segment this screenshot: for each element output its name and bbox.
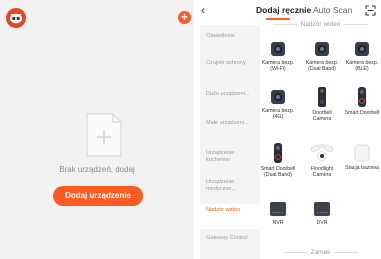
sidebar-item-gateway-control[interactable]: Gateway Control <box>200 235 260 242</box>
empty-state-text: Brak urządzeń, dodaj <box>59 165 135 174</box>
device-floodlight-camera[interactable]: Floodlight Camera <box>304 142 340 178</box>
section-title-text: Nadzór wideo <box>300 21 341 28</box>
tab-auto-scan[interactable]: Auto Scan <box>313 5 352 15</box>
home-avatar-icon[interactable] <box>6 8 26 28</box>
camera-wifi-icon <box>271 42 285 56</box>
section-lock-text: Zamek <box>310 249 331 256</box>
sidebar-item-kitchen[interactable]: Urządzenie kuchenne <box>200 150 260 164</box>
nvr-icon <box>270 202 286 216</box>
sidebar-item-large-appliances[interactable]: Duże urządzeni... <box>200 91 260 98</box>
camera-dual-band-icon <box>315 42 329 56</box>
sidebar-item-medical[interactable]: Urządzenie medyczne... <box>200 179 260 193</box>
device-camera-ble[interactable]: Kamera bezp. (BLE) <box>344 40 380 72</box>
device-smart-doorbell[interactable]: Smart Doorbell <box>344 86 380 116</box>
empty-document-icon <box>86 113 122 157</box>
add-device-header: ‹ Dodaj ręcznie Auto Scan <box>194 0 381 22</box>
category-sidebar: Oświetlenie Czujnik ochrony Duże urządze… <box>200 25 260 259</box>
sidebar-item-lighting[interactable]: Oświetlenie <box>200 33 260 40</box>
scan-icon[interactable] <box>365 5 376 16</box>
smart-doorbell-icon <box>358 87 366 107</box>
section-lock: Zamek <box>260 249 381 256</box>
add-plus-button[interactable]: + <box>178 11 191 24</box>
sidebar-item-small-appliances[interactable]: Małe urządzeni... <box>200 120 260 127</box>
doorbell-camera-icon <box>318 87 326 107</box>
section-video-surveillance: Nadzór wideo <box>260 21 381 28</box>
back-icon[interactable]: ‹ <box>201 4 205 16</box>
device-camera-wifi[interactable]: Kamera bezp. (Wi-Fi) <box>260 40 296 72</box>
device-base-station[interactable]: Stacja bazowa <box>344 143 380 171</box>
smart-doorbell-dual-icon <box>274 143 282 163</box>
camera-ble-icon <box>355 42 369 56</box>
home-panel: + Brak urządzeń, dodaj Dodaj urządzenie <box>0 0 194 259</box>
device-camera-4g[interactable]: Kamera bezp. (4G) <box>260 88 296 120</box>
dvr-icon <box>314 202 330 216</box>
floodlight-camera-icon <box>310 144 334 161</box>
base-station-icon <box>354 144 370 162</box>
device-smart-doorbell-dual-band[interactable]: Smart Doorbell (Dual Band) <box>260 142 296 178</box>
add-device-panel: ‹ Dodaj ręcznie Auto Scan Oświetlenie Cz… <box>194 0 381 259</box>
device-camera-dual-band[interactable]: Kamera bezp. (Dual Band) <box>304 40 340 72</box>
device-dvr[interactable]: DVR <box>304 200 340 226</box>
add-device-button[interactable]: Dodaj urządzenie <box>53 186 143 206</box>
tab-add-manually[interactable]: Dodaj ręcznie <box>256 5 311 15</box>
active-tab-indicator <box>266 18 290 20</box>
device-doorbell-camera[interactable]: Doorbell Camera <box>304 86 340 122</box>
sidebar-item-video-surveillance[interactable]: Nadzór wideo <box>200 204 260 229</box>
camera-4g-icon <box>271 90 285 104</box>
sidebar-item-protection-sensor[interactable]: Czujnik ochrony <box>200 60 260 67</box>
device-nvr[interactable]: NVR <box>260 200 296 226</box>
